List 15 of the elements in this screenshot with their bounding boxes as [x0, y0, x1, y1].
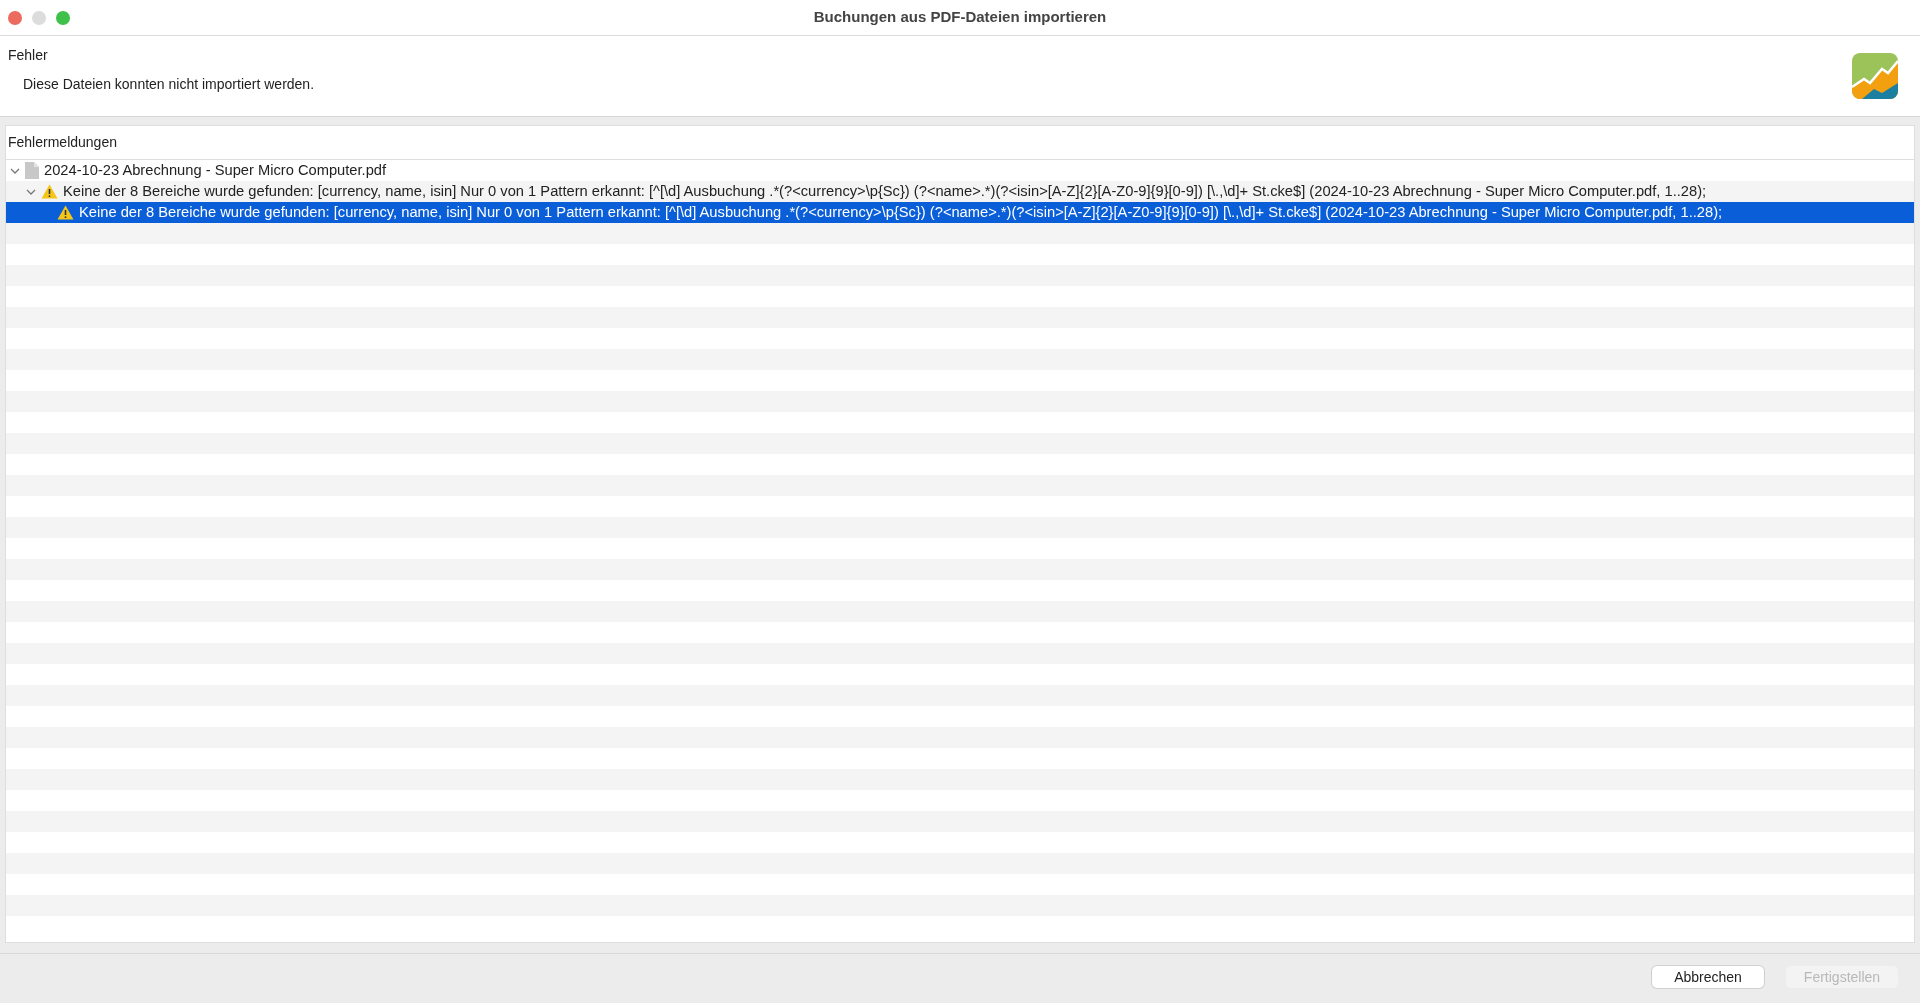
warning-icon: [41, 184, 58, 199]
header-title: Fehler: [8, 46, 49, 65]
tree-row[interactable]: [6, 181, 1914, 202]
zoom-button[interactable]: [56, 11, 70, 25]
column-header[interactable]: Fehlermeldungen: [8, 132, 117, 153]
error-message: Keine der 8 Bereiche wurde gefunden: [currency, name, isin] Nur 0 von 1 Pattern erkannt: [^[\d] Ausbuchung .*(?<currency>\p{Sc}) (?<name>.*)(?<isin>[A-Z]{2}[A-Z0-9]{9}[0-9]) [\.,\d]+ St.cke$] (2024-10-23 Abrechnung - Super Micro Computer.pdf, 1..28);: [79, 203, 1723, 223]
error-message: Keine der 8 Bereiche wurde gefunden: [currency, name, isin] Nur 0 von 1 Pattern erkannt: [^[\d] Ausbuchung .*(?<currency>\p{Sc}) (?<name>.*)(?<isin>[A-Z]{2}[A-Z0-9]{9}[0-9]) [\.,\d]+ St.cke$] (2024-10-23 Abrechnung - Super Micro Computer.pdf, 1..28);: [63, 182, 1707, 202]
warning-icon: [57, 205, 74, 220]
window-title: Buchungen aus PDF-Dateien importieren: [813, 7, 1107, 28]
cancel-button[interactable]: Abbrechen: [1652, 966, 1764, 988]
header-message: Diese Dateien konnten nicht importiert werden.: [22, 75, 315, 94]
chart-logo-icon: [1852, 53, 1898, 99]
close-button[interactable]: [8, 11, 22, 25]
document-icon: [25, 162, 39, 179]
file-name: 2024-10-23 Abrechnung - Super Micro Computer.pdf: [44, 161, 387, 181]
